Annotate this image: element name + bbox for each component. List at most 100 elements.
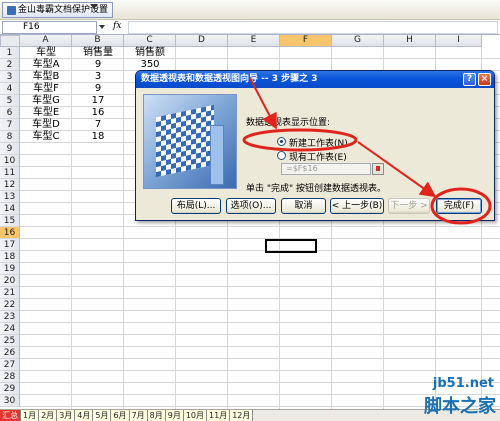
radio-new-sheet-label[interactable]: 新建工作表(N) <box>289 136 348 149</box>
sheet-tab[interactable]: 8月 <box>147 410 166 421</box>
row-header-11[interactable]: 11 <box>0 167 20 179</box>
column-header-c[interactable]: C <box>124 35 176 47</box>
row-header-17[interactable]: 17 <box>0 239 20 251</box>
row-header-6[interactable]: 6 <box>0 107 20 119</box>
dialog-title[interactable]: 数据透视表和数据透视图向导 -- 3 步骤之 3 <box>136 71 494 88</box>
row-header-23[interactable]: 23 <box>0 311 20 323</box>
cell-a7[interactable]: 车型D <box>20 119 72 131</box>
sheet-tab[interactable]: 12月 <box>230 410 254 421</box>
cell-a5[interactable]: 车型G <box>20 95 72 107</box>
row-header-22[interactable]: 22 <box>0 299 20 311</box>
range-picker-button[interactable] <box>372 163 384 175</box>
grid-hline <box>20 358 500 359</box>
radio-new-sheet[interactable] <box>277 137 286 146</box>
row-header-20[interactable]: 20 <box>0 275 20 287</box>
row-header-28[interactable]: 28 <box>0 371 20 383</box>
sheet-tab[interactable]: 1月 <box>21 410 40 421</box>
radio-existing-sheet[interactable] <box>277 151 286 160</box>
cell-a2[interactable]: 车型A <box>20 59 72 71</box>
column-header-d[interactable]: D <box>176 35 228 47</box>
row-header-26[interactable]: 26 <box>0 347 20 359</box>
name-box-dropdown-icon[interactable] <box>99 25 105 29</box>
row-header-24[interactable]: 24 <box>0 323 20 335</box>
radio-existing-sheet-label[interactable]: 现有工作表(E) <box>289 150 347 163</box>
row-header-4[interactable]: 4 <box>0 83 20 95</box>
row-header-8[interactable]: 8 <box>0 131 20 143</box>
cell-b5[interactable]: 17 <box>72 95 124 107</box>
column-header-h[interactable]: H <box>384 35 436 47</box>
cell-b7[interactable]: 7 <box>72 119 124 131</box>
row-header-14[interactable]: 14 <box>0 203 20 215</box>
sheet-tab[interactable]: 汇总 <box>0 410 21 421</box>
toolbar: 金山毒霸文档保护设置 <box>0 0 500 20</box>
cell-a8[interactable]: 车型C <box>20 131 72 143</box>
help-button[interactable]: ? <box>463 73 476 86</box>
cell-b3[interactable]: 3 <box>72 71 124 83</box>
row-header-25[interactable]: 25 <box>0 335 20 347</box>
grid-hline <box>20 322 500 323</box>
pivot-wizard-dialog: 数据透视表和数据透视图向导 -- 3 步骤之 3 ? × 数据透视表显示位置: … <box>135 70 495 221</box>
formula-bar: F16 fx <box>0 20 500 35</box>
name-box[interactable]: F16 <box>2 21 97 34</box>
chevron-down-icon[interactable] <box>90 4 98 9</box>
sheet-tab[interactable]: 11月 <box>207 410 231 421</box>
cell-a4[interactable]: 车型F <box>20 83 72 95</box>
row-header-9[interactable]: 9 <box>0 143 20 155</box>
sheet-tab[interactable]: 10月 <box>183 410 208 421</box>
row-header-3[interactable]: 3 <box>0 71 20 83</box>
row-header-16[interactable]: 16 <box>0 227 20 239</box>
row-header-18[interactable]: 18 <box>0 251 20 263</box>
column-header-g[interactable]: G <box>332 35 384 47</box>
cell-c1[interactable]: 销售额 <box>124 47 176 59</box>
cancel-button[interactable]: 取消 <box>281 198 326 214</box>
grid-hline <box>20 298 500 299</box>
column-header-i[interactable]: I <box>436 35 482 47</box>
cell-a1[interactable]: 车型 <box>20 47 72 59</box>
sheet-tab[interactable]: 4月 <box>75 410 94 421</box>
row-header-13[interactable]: 13 <box>0 191 20 203</box>
layout-button[interactable]: 布局(L)... <box>171 198 221 214</box>
function-icon[interactable]: fx <box>113 21 121 31</box>
sheet-tab[interactable]: 9月 <box>165 410 184 421</box>
column-header-e[interactable]: E <box>228 35 280 47</box>
row-header-10[interactable]: 10 <box>0 155 20 167</box>
column-header-b[interactable]: B <box>72 35 124 47</box>
cell-a3[interactable]: 车型B <box>20 71 72 83</box>
row-header-27[interactable]: 27 <box>0 359 20 371</box>
row-header-7[interactable]: 7 <box>0 119 20 131</box>
grid-hline <box>20 370 500 371</box>
options-button[interactable]: 选项(O)... <box>226 198 276 214</box>
grid-hline <box>20 334 500 335</box>
cell-b1[interactable]: 销售量 <box>72 47 124 59</box>
row-header-5[interactable]: 5 <box>0 95 20 107</box>
row-header-12[interactable]: 12 <box>0 179 20 191</box>
row-header-2[interactable]: 2 <box>0 59 20 71</box>
sheet-tab[interactable]: 3月 <box>57 410 76 421</box>
range-input[interactable]: =$F$16 <box>281 163 371 175</box>
finish-hint: 单击 "完成" 按钮创建数据透视表。 <box>246 184 387 194</box>
active-cell-f16[interactable] <box>265 239 317 253</box>
row-header-21[interactable]: 21 <box>0 287 20 299</box>
row-header-19[interactable]: 19 <box>0 263 20 275</box>
cell-b4[interactable]: 9 <box>72 83 124 95</box>
row-header-15[interactable]: 15 <box>0 215 20 227</box>
cell-a6[interactable]: 车型E <box>20 107 72 119</box>
select-all-corner[interactable] <box>0 35 20 47</box>
cell-b8[interactable]: 18 <box>72 131 124 143</box>
sheet-tab[interactable]: 2月 <box>39 410 58 421</box>
close-button[interactable]: × <box>478 73 491 86</box>
column-header-a[interactable]: A <box>20 35 72 47</box>
column-header-f[interactable]: F <box>280 35 332 47</box>
row-header-30[interactable]: 30 <box>0 395 20 407</box>
back-button[interactable]: < 上一步(B) <box>330 198 384 214</box>
sheet-tab[interactable]: 7月 <box>129 410 148 421</box>
wizard-graphic-bar <box>210 125 224 185</box>
cell-b2[interactable]: 9 <box>72 59 124 71</box>
sheet-tab[interactable]: 5月 <box>93 410 112 421</box>
finish-button[interactable]: 完成(F) <box>436 198 482 214</box>
cell-b6[interactable]: 16 <box>72 107 124 119</box>
sheet-tab[interactable]: 6月 <box>111 410 130 421</box>
formula-input[interactable] <box>128 21 498 34</box>
row-header-1[interactable]: 1 <box>0 47 20 59</box>
row-header-29[interactable]: 29 <box>0 383 20 395</box>
